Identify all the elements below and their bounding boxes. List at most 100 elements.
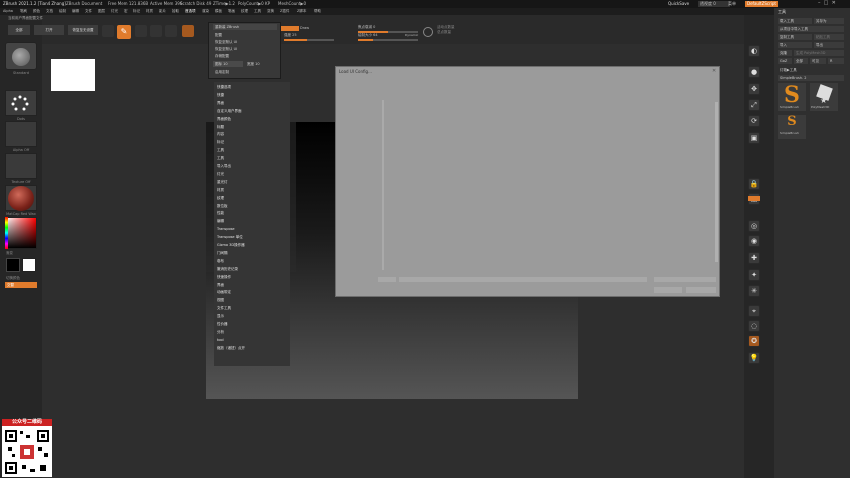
- open-button[interactable]: 打开: [34, 25, 64, 35]
- menu-item[interactable]: 文件: [85, 9, 92, 14]
- pref-menu-item[interactable]: tool: [217, 337, 224, 344]
- rotate-icon[interactable]: 💡: [748, 352, 760, 364]
- dynamic-label[interactable]: Dynamic: [405, 34, 418, 37]
- dropdown-item-restore-2[interactable]: 恢复至默认 UI: [213, 46, 277, 52]
- pref-menu-item[interactable]: 快捷: [217, 92, 224, 99]
- clone-button[interactable]: 克隆: [778, 50, 792, 56]
- pref-menu-item[interactable]: Gizmo 3D操作器: [217, 242, 245, 249]
- sphere-icon[interactable]: ●: [748, 66, 760, 78]
- tool-thumb-simplebrush-2[interactable]: S SimpleBrush: [778, 115, 806, 139]
- secondary-color-swatch[interactable]: [22, 258, 36, 272]
- icon-size-slider[interactable]: 图标 10: [213, 61, 243, 67]
- menu-item[interactable]: 渲染: [202, 9, 209, 14]
- menu-item[interactable]: 模板: [215, 9, 222, 14]
- pref-menu-item[interactable]: 分析: [217, 329, 224, 336]
- menu-item[interactable]: 变换: [267, 9, 274, 14]
- pref-menu-item[interactable]: 标题: [217, 124, 224, 131]
- edit-icon[interactable]: [102, 25, 114, 37]
- pref-menu-item[interactable]: 视图: [217, 297, 224, 304]
- recent-button[interactable]: 恢复至无设置: [68, 25, 98, 35]
- xpose-icon[interactable]: ✚: [748, 252, 760, 264]
- pref-menu-item[interactable]: 撤消历史记录: [217, 266, 238, 273]
- menu-item[interactable]: Z插件: [280, 9, 289, 14]
- pref-menu-item[interactable]: 标记: [217, 139, 224, 146]
- lightbox-icon[interactable]: [423, 27, 433, 37]
- dropdown-item-config[interactable]: 配置: [213, 32, 277, 38]
- menu-item[interactable]: 拾取: [172, 9, 179, 14]
- frame-icon[interactable]: ▣: [748, 132, 760, 144]
- pref-menu-item[interactable]: 材质: [217, 187, 224, 194]
- scale-icon[interactable]: ✪: [748, 335, 760, 347]
- tool-thumb-polymesh3d[interactable]: ★ PolyMesh3D: [810, 83, 838, 111]
- menu-item[interactable]: 绘制: [59, 9, 66, 14]
- current-tool-slider[interactable]: SimpleBrush. 2: [778, 75, 844, 81]
- pref-menu-item[interactable]: 性能: [217, 210, 224, 217]
- dialog-left-scrollbar[interactable]: [382, 100, 384, 270]
- import-from-project-button[interactable]: 从项目中导入工具: [778, 26, 844, 32]
- export-button[interactable]: 导出: [814, 42, 844, 48]
- pref-menu-item[interactable]: 显示: [217, 313, 224, 320]
- dialog-close-icon[interactable]: ✕: [712, 69, 716, 74]
- pref-menu-item[interactable]: 快速操作: [217, 274, 231, 281]
- main-color-swatch[interactable]: [6, 258, 20, 272]
- pref-menu-item[interactable]: 性价器: [217, 321, 228, 328]
- pref-menu-item[interactable]: 工具: [217, 147, 224, 154]
- import-button[interactable]: 导入: [778, 42, 812, 48]
- lock-icon[interactable]: 🔒: [748, 178, 760, 190]
- hue-strip[interactable]: [5, 217, 8, 249]
- dropdown-item-restore[interactable]: 恢复至默认 UI: [213, 39, 277, 45]
- pref-menu-item[interactable]: 灯光: [217, 171, 224, 178]
- texture-thumbnail[interactable]: [5, 153, 37, 179]
- pref-menu-item[interactable]: 界面: [217, 282, 224, 289]
- move-icon[interactable]: ✥: [748, 83, 760, 95]
- open-dialog-button[interactable]: [654, 287, 682, 293]
- menu-item[interactable]: 笔刷: [20, 9, 27, 14]
- material-thumbnail[interactable]: [5, 185, 37, 211]
- bpr-icon[interactable]: ✳: [748, 285, 760, 297]
- rotate-mode-icon[interactable]: [165, 25, 177, 37]
- pref-menu-item[interactable]: Transpose: [217, 226, 235, 233]
- dropdown-item-enable-custom[interactable]: 启用定制: [213, 69, 277, 75]
- menu-item[interactable]: 文档: [46, 9, 53, 14]
- lightbox-tools-button[interactable]: 灯箱▶工具: [778, 67, 844, 73]
- move-mode-icon[interactable]: [135, 25, 147, 37]
- menu-item[interactable]: 标记: [133, 9, 140, 14]
- menus-toggle[interactable]: 菜单: [728, 2, 736, 6]
- menu-item[interactable]: 颜色: [33, 9, 40, 14]
- paste-tool-button[interactable]: 粘贴工具: [814, 34, 844, 40]
- visible-button[interactable]: 可见: [810, 58, 826, 64]
- draw-mode-icon[interactable]: ✎: [117, 25, 131, 39]
- dropdown-item-save[interactable]: 存储配置: [213, 53, 277, 59]
- menu-item[interactable]: Alpha: [3, 9, 13, 14]
- pref-menu-item[interactable]: 工具: [217, 155, 224, 162]
- pref-menu-item[interactable]: 重光灯: [217, 179, 228, 186]
- brush-thumbnail[interactable]: [5, 42, 37, 70]
- lightbulb-icon[interactable]: ✦: [748, 269, 760, 281]
- pref-menu-item[interactable]: 门间隔: [217, 250, 228, 257]
- alternate-button[interactable]: 交替: [5, 282, 37, 288]
- menu-item[interactable]: 灯光: [111, 9, 118, 14]
- solo-icon[interactable]: ◉: [748, 235, 760, 247]
- goz-button[interactable]: GoZ: [778, 58, 792, 64]
- move-icon[interactable]: ◌: [748, 320, 760, 332]
- menu-item[interactable]: 工具: [254, 9, 261, 14]
- pref-menu-item[interactable]: 数位板: [217, 203, 228, 210]
- menu-item[interactable]: 影片: [159, 9, 166, 14]
- pref-menu-item[interactable]: 自定义用户界面: [217, 108, 242, 115]
- cancel-dialog-button[interactable]: [686, 287, 716, 293]
- bpr-icon[interactable]: ◐: [748, 45, 760, 57]
- pref-menu-item[interactable]: 界面颜色: [217, 116, 231, 123]
- tool-thumb-simplebrush[interactable]: S SimpleBrush: [778, 83, 806, 111]
- scale-icon[interactable]: ⤢: [748, 99, 760, 111]
- default-zscript-button[interactable]: DefaultZScript: [745, 1, 778, 7]
- draw-size-track[interactable]: [358, 39, 418, 41]
- r-button[interactable]: R: [828, 58, 844, 64]
- menu-item[interactable]: 笔画: [228, 9, 235, 14]
- shelf-active-indicator[interactable]: [748, 196, 760, 201]
- pref-menu-item[interactable]: Transpose 单位: [217, 234, 243, 241]
- reload-zbrush-item[interactable]: 重新装 ZBrush: [213, 24, 277, 30]
- pref-menu-item[interactable]: 动画带定: [217, 289, 231, 296]
- width-slider[interactable]: 宽度 10: [245, 61, 275, 67]
- pref-menu-item[interactable]: 内容: [217, 131, 224, 138]
- pref-menu-item[interactable]: 快捷选项: [217, 84, 231, 91]
